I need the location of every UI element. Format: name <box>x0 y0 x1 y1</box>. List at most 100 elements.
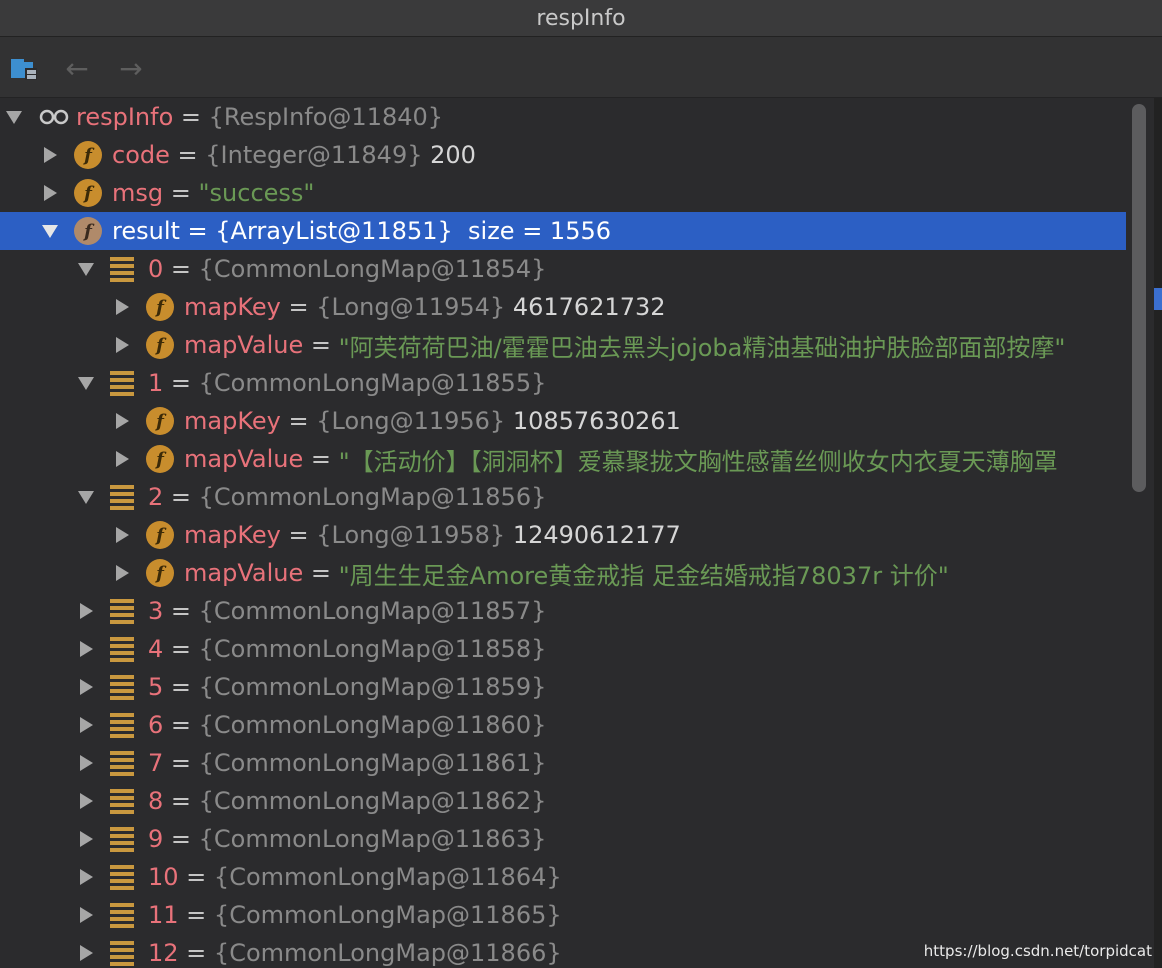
variable-name: result <box>112 217 180 245</box>
expand-arrow-icon[interactable] <box>40 145 60 165</box>
folder-tree-icon[interactable] <box>8 53 42 83</box>
toolbar: ← → <box>0 37 1162 98</box>
variable-name: mapKey <box>184 521 281 549</box>
list-item-icon <box>110 711 134 739</box>
variable-name: respInfo <box>76 103 174 131</box>
object-reference: {CommonLongMap@11860} <box>198 711 547 739</box>
expand-arrow-icon[interactable] <box>112 297 132 317</box>
tree-row-text: 2 = {CommonLongMap@11856} <box>148 478 546 516</box>
equals-sign: = <box>280 407 317 435</box>
expand-arrow-icon[interactable] <box>76 753 96 773</box>
tree-row[interactable]: f result = {ArrayList@11851} size = 1556 <box>0 212 1126 250</box>
collapse-arrow-icon[interactable] <box>40 221 60 241</box>
tree-row-text: msg = "success" <box>112 174 314 212</box>
field-icon: f <box>146 521 174 549</box>
tree-row[interactable]: 7 = {CommonLongMap@11861} <box>0 744 1126 782</box>
expand-arrow-icon[interactable] <box>76 601 96 621</box>
equals-sign: = <box>163 787 199 815</box>
equals-sign: = <box>178 939 214 967</box>
string-value: "success" <box>198 179 315 207</box>
field-icon: f <box>146 445 174 473</box>
tree-row[interactable]: f code = {Integer@11849} 200 <box>0 136 1126 174</box>
tree-row-text: mapValue = "阿芙荷荷巴油/霍霍巴油去黑头jojoba精油基础油护肤脸… <box>184 326 1065 364</box>
tree-row[interactable]: respInfo = {RespInfo@11840} <box>0 98 1126 136</box>
tree-row[interactable]: f mapKey = {Long@11956} 10857630261 <box>0 402 1126 440</box>
expand-arrow-icon[interactable] <box>76 829 96 849</box>
variable-name: 5 <box>148 673 164 701</box>
tree-row[interactable]: 9 = {CommonLongMap@11863} <box>0 820 1126 858</box>
equals-sign: = <box>280 293 317 321</box>
expand-arrow-icon[interactable] <box>76 791 96 811</box>
equals-sign: = <box>303 445 339 473</box>
object-reference: {Integer@11849} <box>205 141 423 169</box>
equals-sign: = <box>163 749 199 777</box>
object-reference: {RespInfo@11840} <box>208 103 444 131</box>
tree-row[interactable]: f mapKey = {Long@11958} 12490612177 <box>0 516 1126 554</box>
tree-row[interactable]: f mapValue = "周生生足金Amore黄金戒指 足金结婚戒指78037r… <box>0 554 1126 592</box>
tree-row[interactable]: 10 = {CommonLongMap@11864} <box>0 858 1126 896</box>
editor-edge <box>1154 98 1162 968</box>
list-item-icon <box>110 939 134 967</box>
variable-name: 4 <box>148 635 164 663</box>
variable-name: 12 <box>148 939 179 967</box>
string-value: "周生生足金Amore黄金戒指 足金结婚戒指78037r 计价" <box>338 561 949 590</box>
scrollbar-thumb[interactable] <box>1132 104 1146 492</box>
tree-row-text: mapKey = {Long@11956} 10857630261 <box>184 402 681 440</box>
list-item-icon <box>110 673 134 701</box>
expand-arrow-icon[interactable] <box>76 943 96 963</box>
equals-sign: = <box>303 331 339 359</box>
variable-name: 3 <box>148 597 164 625</box>
variable-name: 2 <box>148 483 164 511</box>
collapse-arrow-icon[interactable] <box>76 259 96 279</box>
tree-row[interactable]: 2 = {CommonLongMap@11856} <box>0 478 1126 516</box>
object-reference: {Long@11954} <box>316 293 506 321</box>
object-reference: {CommonLongMap@11855} <box>198 369 547 397</box>
variables-tree[interactable]: respInfo = {RespInfo@11840} f code = {Inte… <box>0 98 1130 968</box>
tree-row[interactable]: 11 = {CommonLongMap@11865} <box>0 896 1126 934</box>
expand-arrow-icon[interactable] <box>76 867 96 887</box>
field-icon: f <box>74 217 102 245</box>
expand-arrow-icon[interactable] <box>76 905 96 925</box>
tree-row[interactable]: 5 = {CommonLongMap@11859} <box>0 668 1126 706</box>
tree-row[interactable]: 1 = {CommonLongMap@11855} <box>0 364 1126 402</box>
tree-row[interactable]: f mapValue = "【活动价】【洞洞杯】爱慕聚拢文胸性感蕾丝侧收女内衣夏天… <box>0 440 1126 478</box>
expand-arrow-icon[interactable] <box>112 449 132 469</box>
tree-row[interactable]: f mapKey = {Long@11954} 4617621732 <box>0 288 1126 326</box>
object-reference: {ArrayList@11851} <box>215 217 453 245</box>
expand-arrow-icon[interactable] <box>112 563 132 583</box>
tree-row[interactable]: 3 = {CommonLongMap@11857} <box>0 592 1126 630</box>
expand-arrow-icon[interactable] <box>112 335 132 355</box>
list-item-icon <box>110 787 134 815</box>
expand-arrow-icon[interactable] <box>112 525 132 545</box>
tree-row[interactable]: 4 = {CommonLongMap@11858} <box>0 630 1126 668</box>
tree-row[interactable]: 8 = {CommonLongMap@11862} <box>0 782 1126 820</box>
expand-arrow-icon[interactable] <box>76 715 96 735</box>
equals-sign: = <box>163 825 199 853</box>
object-reference: {CommonLongMap@11856} <box>198 483 547 511</box>
expand-arrow-icon[interactable] <box>76 677 96 697</box>
expand-arrow-icon[interactable] <box>112 411 132 431</box>
tree-row[interactable]: f msg = "success" <box>0 174 1126 212</box>
tree-row[interactable]: 6 = {CommonLongMap@11860} <box>0 706 1126 744</box>
variable-name: 7 <box>148 749 164 777</box>
tree-row-text: mapValue = "【活动价】【洞洞杯】爱慕聚拢文胸性感蕾丝侧收女内衣夏天薄… <box>184 440 1058 478</box>
forward-arrow-icon[interactable]: → <box>114 52 148 85</box>
equals-sign: = <box>163 179 199 207</box>
expand-arrow-icon[interactable] <box>40 183 60 203</box>
collapse-arrow-icon[interactable] <box>76 487 96 507</box>
tree-row-text: result = {ArrayList@11851} size = 1556 <box>112 212 611 250</box>
collapse-arrow-icon[interactable] <box>76 373 96 393</box>
variable-name: mapValue <box>184 559 304 587</box>
variable-name: 6 <box>148 711 164 739</box>
object-reference: {CommonLongMap@11861} <box>198 749 547 777</box>
equals-sign: = <box>163 369 199 397</box>
tree-row[interactable]: f mapValue = "阿芙荷荷巴油/霍霍巴油去黑头jojoba精油基础油护肤… <box>0 326 1126 364</box>
equals-sign: = <box>280 521 317 549</box>
collapse-arrow-icon[interactable] <box>4 107 24 127</box>
tree-row[interactable]: 0 = {CommonLongMap@11854} <box>0 250 1126 288</box>
variable-value: size = 1556 <box>452 217 612 245</box>
back-arrow-icon[interactable]: ← <box>60 52 94 85</box>
expand-arrow-icon[interactable] <box>76 639 96 659</box>
object-reference: {Long@11956} <box>316 407 506 435</box>
variable-name: mapKey <box>184 293 281 321</box>
